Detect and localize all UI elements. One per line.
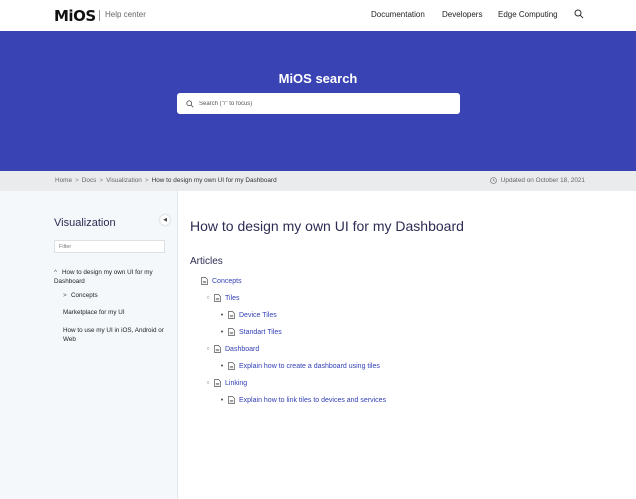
nav-documentation[interactable]: Documentation bbox=[371, 10, 425, 19]
docs-sidebar: Visualization ◀ ^How to design my own UI… bbox=[0, 191, 178, 499]
article-link-device-tiles[interactable]: • Device Tiles bbox=[218, 311, 277, 319]
clock-icon bbox=[489, 177, 497, 184]
chevron-up-icon: ^ bbox=[54, 269, 57, 276]
search-icon[interactable] bbox=[574, 9, 584, 19]
document-icon bbox=[228, 396, 235, 404]
disc-bullet: • bbox=[220, 311, 224, 319]
sidebar-item-use-ui[interactable]: How to use my UI in iOS, Android or Web bbox=[63, 326, 173, 344]
article-link-label: Dashboard bbox=[225, 345, 260, 353]
sidebar-filter-input[interactable] bbox=[54, 240, 165, 253]
document-icon bbox=[214, 379, 221, 387]
document-icon bbox=[214, 345, 221, 353]
top-navigation-bar: MiOS Help center Documentation Developer… bbox=[0, 0, 636, 31]
sidebar-item-label: How to design my own UI for my Dashboard bbox=[54, 269, 153, 285]
article-link-label: Device Tiles bbox=[239, 311, 277, 319]
document-icon bbox=[214, 294, 221, 302]
article-link-link-tiles[interactable]: • Explain how to link tiles to devices a… bbox=[218, 396, 386, 404]
breadcrumb-bar: Home > Docs > Visualization > How to design my… bbox=[0, 171, 636, 191]
article-link-concepts[interactable]: Concepts bbox=[199, 277, 242, 285]
chevron-left-icon: ◀ bbox=[163, 217, 167, 223]
logo-divider bbox=[99, 10, 100, 21]
circle-bullet: ○ bbox=[206, 346, 210, 352]
disc-bullet: • bbox=[220, 362, 224, 370]
article-link-label: Explain how to link tiles to devices and… bbox=[239, 396, 387, 404]
breadcrumb-current: How to design my own UI for my Dashboard bbox=[151, 177, 277, 184]
document-icon bbox=[228, 311, 235, 319]
sidebar-item-marketplace[interactable]: Marketplace for my UI bbox=[63, 308, 125, 317]
updated-text: Updated on October 18, 2021 bbox=[500, 177, 585, 184]
article-link-label: Explain how to create a dashboard using … bbox=[239, 362, 380, 370]
breadcrumb-separator: > bbox=[75, 177, 79, 184]
chevron-right-icon: > bbox=[63, 292, 67, 299]
article-link-label: Linking bbox=[225, 379, 248, 387]
article-link-label: Standart Tiles bbox=[239, 328, 282, 336]
article-link-label: Concepts bbox=[212, 277, 242, 285]
breadcrumb-separator: > bbox=[144, 177, 149, 184]
search-input[interactable] bbox=[199, 100, 439, 107]
nav-developers[interactable]: Developers bbox=[442, 10, 482, 19]
article-link-tiles[interactable]: ○ Tiles bbox=[204, 294, 240, 302]
search-box[interactable] bbox=[177, 93, 460, 114]
page-title: How to design my own UI for my Dashboard bbox=[190, 218, 464, 234]
articles-heading: Articles bbox=[190, 256, 223, 267]
circle-bullet: ○ bbox=[206, 380, 210, 386]
mios-logo[interactable]: MiOS bbox=[54, 7, 96, 25]
search-hero: MiOS search bbox=[0, 31, 636, 171]
breadcrumb-separator: > bbox=[99, 177, 104, 184]
article-link-create-dashboard[interactable]: • Explain how to create a dashboard usin… bbox=[218, 362, 380, 370]
article-link-dashboard[interactable]: ○ Dashboard bbox=[204, 345, 259, 353]
disc-bullet: • bbox=[220, 396, 224, 404]
collapse-sidebar-button[interactable]: ◀ bbox=[160, 215, 170, 225]
nav-edge-computing[interactable]: Edge Computing bbox=[498, 10, 558, 19]
breadcrumb-visualization[interactable]: Visualization bbox=[106, 177, 142, 184]
breadcrumb-docs[interactable]: Docs bbox=[82, 177, 97, 184]
search-icon bbox=[186, 99, 194, 108]
updated-date: Updated on October 18, 2021 bbox=[489, 177, 585, 184]
sidebar-item-design-ui[interactable]: ^ How to design my own UI for my Dashboar… bbox=[54, 268, 164, 286]
breadcrumb: Home > Docs > Visualization > How to design my… bbox=[55, 177, 277, 184]
document-icon bbox=[228, 328, 235, 336]
sidebar-title: Visualization bbox=[54, 217, 116, 229]
article-link-standart-tiles[interactable]: • Standart Tiles bbox=[218, 328, 282, 336]
help-center-label[interactable]: Help center bbox=[105, 10, 146, 19]
sidebar-item-label: Concepts bbox=[71, 292, 98, 299]
article-link-linking[interactable]: ○ Linking bbox=[204, 379, 247, 387]
document-icon bbox=[228, 362, 235, 370]
disc-bullet: • bbox=[220, 328, 224, 336]
article-link-label: Tiles bbox=[225, 294, 240, 302]
hero-title: MiOS search bbox=[278, 71, 358, 86]
breadcrumb-home[interactable]: Home bbox=[55, 177, 72, 184]
circle-bullet: ○ bbox=[206, 295, 210, 301]
sidebar-item-concepts[interactable]: > Concepts bbox=[63, 291, 98, 300]
document-icon bbox=[201, 277, 208, 285]
